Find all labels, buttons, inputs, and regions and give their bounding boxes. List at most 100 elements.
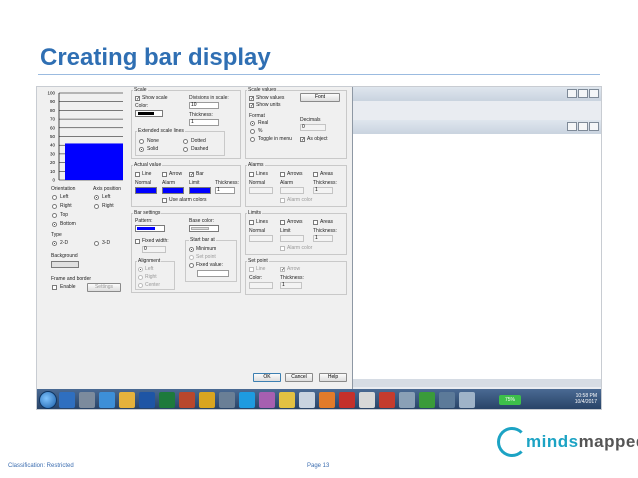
folder-icon[interactable]	[279, 392, 295, 408]
system-clock[interactable]: 10:58 PM 10/4/2017	[575, 393, 597, 405]
word-icon[interactable]	[139, 392, 155, 408]
minimize-icon[interactable]	[567, 89, 577, 98]
setpoint-color-picker[interactable]	[249, 282, 273, 289]
skype-icon[interactable]	[239, 392, 255, 408]
minimize-icon[interactable]	[567, 122, 577, 131]
excel-icon[interactable]	[159, 392, 175, 408]
app-icon[interactable]	[79, 392, 95, 408]
internet-explorer-icon[interactable]	[99, 392, 115, 408]
align-center-radio[interactable]	[138, 283, 143, 288]
actual-normal-color[interactable]	[135, 187, 157, 194]
start-setpoint-radio[interactable]	[189, 255, 194, 260]
chrome-icon[interactable]	[199, 392, 215, 408]
actual-alarm-color[interactable]	[162, 187, 184, 194]
divisions-input[interactable]: 10	[189, 102, 219, 109]
battery-indicator[interactable]: 75%	[499, 395, 521, 405]
scale-color-picker[interactable]	[135, 110, 163, 117]
app-icon[interactable]	[459, 392, 475, 408]
ext-none-radio[interactable]	[139, 139, 144, 144]
alarms-normal-color[interactable]	[249, 187, 273, 194]
fixed-width-checkbox[interactable]	[135, 239, 140, 244]
start-fixed-value-radio[interactable]	[189, 263, 194, 268]
pattern-picker[interactable]	[135, 225, 165, 232]
onenote-icon[interactable]	[259, 392, 275, 408]
orientation-right-radio[interactable]	[52, 204, 57, 209]
actual-line-checkbox[interactable]	[135, 172, 140, 177]
alarms-thickness-input[interactable]: 1	[313, 187, 333, 194]
orientation-top-radio[interactable]	[52, 213, 57, 218]
setpoint-arrow-checkbox[interactable]: ✓	[280, 267, 285, 273]
actual-bar-checkbox[interactable]: ✓	[189, 172, 194, 178]
ok-button[interactable]: OK	[253, 373, 281, 382]
frame-enable-label: Enable	[60, 284, 76, 290]
show-scale-checkbox[interactable]: ✓	[135, 96, 140, 102]
as-object-checkbox[interactable]: ✓	[300, 137, 305, 143]
ext-dotted-radio[interactable]	[183, 139, 188, 144]
alarms-areas-checkbox[interactable]	[313, 172, 318, 177]
app-icon[interactable]	[299, 392, 315, 408]
fixed-width-input[interactable]: 0	[142, 246, 166, 253]
frame-settings-button[interactable]: Settings	[87, 283, 121, 292]
limits-alarm-color-checkbox[interactable]	[280, 246, 285, 251]
alarms-arrows-checkbox[interactable]	[280, 172, 285, 177]
file-explorer-icon[interactable]	[119, 392, 135, 408]
close-icon[interactable]	[589, 122, 599, 131]
use-alarm-colors-checkbox[interactable]	[162, 198, 167, 203]
actual-thickness-input[interactable]: 1	[215, 187, 235, 194]
format-toggle-radio[interactable]	[250, 137, 255, 142]
start-fixed-value-input[interactable]	[197, 270, 229, 277]
setpoint-thickness-input[interactable]: 1	[280, 282, 302, 289]
background-color-picker[interactable]	[51, 261, 79, 268]
cancel-button[interactable]: Cancel	[285, 373, 313, 382]
app-icon[interactable]	[399, 392, 415, 408]
format-percent-radio[interactable]	[250, 129, 255, 134]
type-3d-radio[interactable]	[94, 241, 99, 246]
orientation-bottom-radio[interactable]	[52, 222, 57, 227]
outlook-icon[interactable]	[59, 392, 75, 408]
start-minimum-radio[interactable]	[189, 247, 194, 252]
limits-limit-color[interactable]	[280, 235, 304, 242]
app-icon[interactable]	[419, 392, 435, 408]
limits-lines-checkbox[interactable]	[249, 220, 254, 225]
actual-limit-color[interactable]	[189, 187, 211, 194]
font-button[interactable]: Font	[300, 93, 340, 102]
maximize-icon[interactable]	[578, 122, 588, 131]
background-window-titlebar	[352, 87, 601, 101]
acrobat-icon[interactable]	[339, 392, 355, 408]
base-color-picker[interactable]	[189, 225, 219, 232]
limits-areas-checkbox[interactable]	[313, 220, 318, 225]
app-icon[interactable]	[219, 392, 235, 408]
start-button-icon[interactable]	[39, 391, 57, 409]
decimals-input[interactable]: 0	[300, 124, 326, 131]
maximize-icon[interactable]	[578, 89, 588, 98]
axis-left-radio[interactable]	[94, 195, 99, 200]
app-icon[interactable]	[439, 392, 455, 408]
close-icon[interactable]	[589, 89, 599, 98]
alarms-lines-checkbox[interactable]	[249, 172, 254, 177]
firefox-icon[interactable]	[319, 392, 335, 408]
limits-thickness-input[interactable]: 1	[313, 235, 333, 242]
ext-solid-radio[interactable]	[139, 147, 144, 152]
powerpoint-icon[interactable]	[179, 392, 195, 408]
format-real-radio[interactable]	[250, 121, 255, 126]
setpoint-line-checkbox[interactable]	[249, 267, 254, 272]
align-left-radio[interactable]	[138, 267, 143, 272]
scale-thickness-input[interactable]: 1	[189, 119, 219, 126]
align-right-radio[interactable]	[138, 275, 143, 280]
pdf-icon[interactable]	[379, 392, 395, 408]
axis-right-radio[interactable]	[94, 204, 99, 209]
ext-dashed-radio[interactable]	[183, 147, 188, 152]
show-units-checkbox[interactable]: ✓	[249, 103, 254, 109]
alarms-alarm-color-checkbox[interactable]	[280, 198, 285, 203]
app-icon[interactable]	[359, 392, 375, 408]
limits-normal-color[interactable]	[249, 235, 273, 242]
orientation-left-radio[interactable]	[52, 195, 57, 200]
scale-tick-label: 50	[50, 134, 56, 139]
show-values-checkbox[interactable]: ✓	[249, 96, 254, 102]
help-button[interactable]: Help	[319, 373, 347, 382]
limits-arrows-checkbox[interactable]	[280, 220, 285, 225]
alarms-alarm-color[interactable]	[280, 187, 304, 194]
frame-enable-checkbox[interactable]	[52, 285, 57, 290]
type-2d-radio[interactable]	[52, 241, 57, 246]
actual-arrow-checkbox[interactable]	[162, 172, 167, 177]
